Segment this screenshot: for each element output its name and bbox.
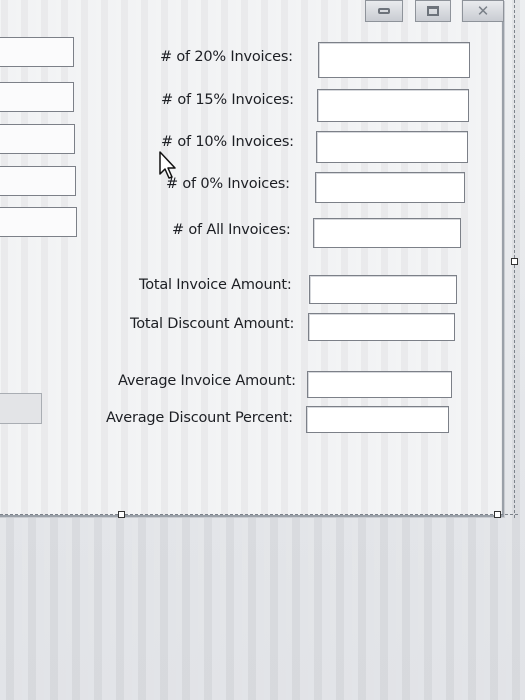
textbox-0-percent-invoices[interactable] [315, 172, 465, 203]
textbox-all-invoices[interactable] [313, 218, 461, 248]
selection-border-bottom [0, 514, 518, 515]
label-10-percent-invoices: # of 10% Invoices: [161, 134, 294, 150]
close-icon: ✕ [476, 2, 490, 20]
resize-handle-right[interactable] [511, 258, 518, 265]
left-disabled-box [0, 393, 42, 424]
textbox-average-invoice-amount[interactable] [307, 371, 452, 398]
minimize-icon [378, 8, 390, 14]
textbox-average-discount-percent[interactable] [306, 406, 449, 433]
minimize-button[interactable] [365, 0, 403, 22]
left-textbox-1[interactable] [0, 37, 74, 67]
left-textbox-5[interactable] [0, 207, 77, 237]
resize-handle-bottom[interactable] [118, 511, 125, 518]
form-window[interactable]: ✕ # of 20% Invoices: # of 15% Invoices: … [0, 0, 504, 517]
textbox-10-percent-invoices[interactable] [316, 131, 468, 163]
maximize-icon [427, 6, 439, 16]
label-20-percent-invoices: # of 20% Invoices: [160, 49, 293, 65]
maximize-button[interactable] [415, 0, 451, 22]
left-textbox-4[interactable] [0, 166, 76, 196]
label-15-percent-invoices: # of 15% Invoices: [161, 92, 294, 108]
label-total-discount-amount: Total Discount Amount: [130, 316, 295, 332]
textbox-total-invoice-amount[interactable] [309, 275, 457, 304]
textbox-20-percent-invoices[interactable] [318, 42, 470, 78]
resize-handle-bottom-right[interactable] [494, 511, 501, 518]
mouse-cursor-icon [158, 150, 180, 184]
textbox-total-discount-amount[interactable] [308, 313, 455, 341]
left-textbox-3[interactable] [0, 124, 75, 154]
label-0-percent-invoices: # of 0% Invoices: [166, 176, 290, 192]
left-textbox-2[interactable] [0, 82, 74, 112]
label-total-invoice-amount: Total Invoice Amount: [139, 277, 292, 293]
label-average-discount-percent: Average Discount Percent: [106, 410, 293, 426]
textbox-15-percent-invoices[interactable] [317, 89, 469, 122]
close-button[interactable]: ✕ [462, 0, 504, 22]
label-average-invoice-amount: Average Invoice Amount: [118, 373, 296, 389]
label-all-invoices: # of All Invoices: [172, 222, 291, 238]
